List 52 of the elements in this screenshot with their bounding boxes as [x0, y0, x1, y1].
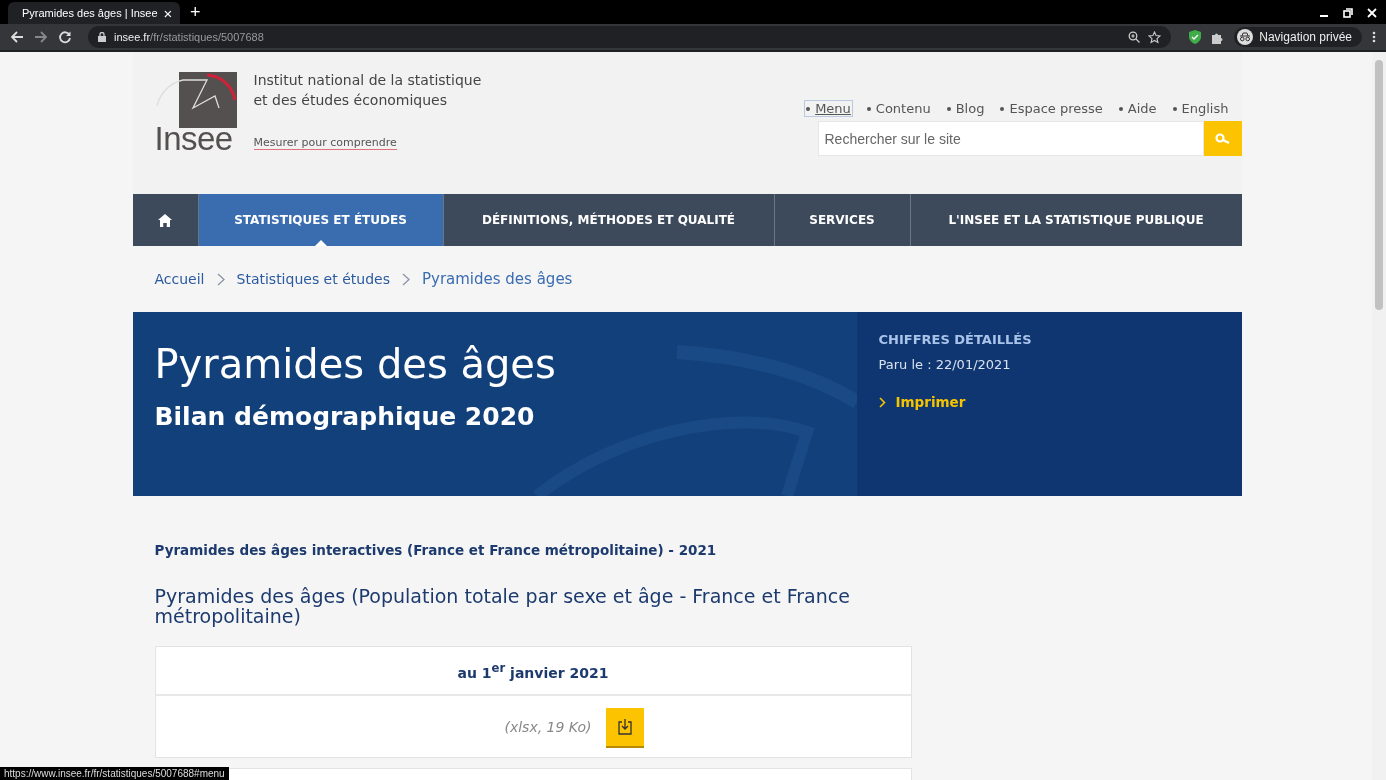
scrollbar[interactable] — [1372, 52, 1386, 780]
category-label: CHIFFRES DÉTAILLÉS — [878, 332, 1033, 347]
nav-tab[interactable]: SERVICES — [773, 194, 910, 246]
tab-title: Pyramides des âges | Insee — [22, 7, 158, 19]
breadcrumb-link[interactable]: Accueil — [154, 271, 205, 287]
profile-button[interactable]: Navigation privée — [1234, 27, 1362, 47]
chevron-icon — [216, 272, 225, 286]
nav-tab[interactable]: DÉFINITIONS, MÉTHODES ET QUALITÉ — [442, 194, 774, 246]
header-link[interactable]: Aide — [1116, 100, 1159, 117]
publication-date: Paru le : 22/01/2021 — [878, 357, 1012, 372]
download-button[interactable] — [605, 707, 644, 746]
star-icon[interactable] — [1148, 30, 1162, 44]
download-icon — [617, 718, 632, 735]
incognito-icon — [1237, 29, 1254, 45]
header-link[interactable]: English — [1170, 100, 1231, 117]
more-icon[interactable] — [1372, 31, 1376, 43]
header-link[interactable]: Menu — [804, 100, 853, 117]
print-link[interactable]: Imprimer — [878, 394, 1220, 410]
restore-icon[interactable] — [1343, 8, 1353, 18]
browser-tab[interactable]: Pyramides des âges | Insee × — [8, 2, 180, 24]
zoom-icon[interactable] — [1128, 31, 1141, 43]
forward-icon[interactable] — [34, 30, 48, 44]
nav-tab[interactable]: L'INSEE ET LA STATISTIQUE PUBLIQUE — [909, 194, 1242, 246]
search-field[interactable]: Rechercher sur le site — [817, 121, 1204, 156]
tagline-link[interactable]: Mesurer pour comprendre — [253, 136, 397, 150]
new-tab-button[interactable]: + — [190, 3, 201, 21]
status-bar-url: https://www.insee.fr/fr/statistiques/5007688#menu — [0, 767, 229, 780]
address-field[interactable]: insee.fr/fr/statistiques/5007688 — [88, 26, 1172, 48]
nav-tab[interactable]: STATISTIQUES ET ÉTUDES — [197, 194, 443, 246]
close-tab-button[interactable]: × — [163, 5, 173, 21]
insee-logo[interactable]: Insee — [154, 72, 237, 156]
section-title: Pyramides des âges interactives (France et France métropolitaine) - 2021 — [154, 542, 718, 558]
home-icon — [158, 213, 172, 227]
chevron-icon — [878, 396, 886, 408]
page-subtitle: Bilan démographique 2020 — [154, 402, 536, 431]
shield-icon[interactable] — [1189, 30, 1202, 44]
section-heading: Pyramides des âges (Population totale par sexe et âge - France et France métropolitaine) — [154, 586, 851, 626]
lock-icon — [98, 32, 106, 42]
page-title: Pyramides des âges — [154, 340, 557, 388]
reload-icon[interactable] — [58, 30, 72, 44]
breadcrumb-link[interactable]: Statistiques et études — [236, 271, 390, 287]
header-link[interactable]: Blog — [944, 100, 987, 117]
header-link[interactable]: Contenu — [864, 100, 933, 117]
file-info: (xlsx, 19 Ko) — [504, 718, 592, 735]
search-icon — [1214, 132, 1231, 145]
close-icon[interactable] — [1367, 8, 1377, 18]
table-header: au 1$^{er}$ janvier 2021 — [457, 660, 609, 681]
organization-name: Institut national de la statistique et des études économiques — [253, 71, 483, 110]
back-icon[interactable] — [10, 30, 24, 44]
breadcrumb-link[interactable]: Pyramides des âges — [421, 270, 573, 288]
chevron-icon — [401, 272, 410, 286]
header-link[interactable]: Espace presse — [998, 100, 1105, 117]
